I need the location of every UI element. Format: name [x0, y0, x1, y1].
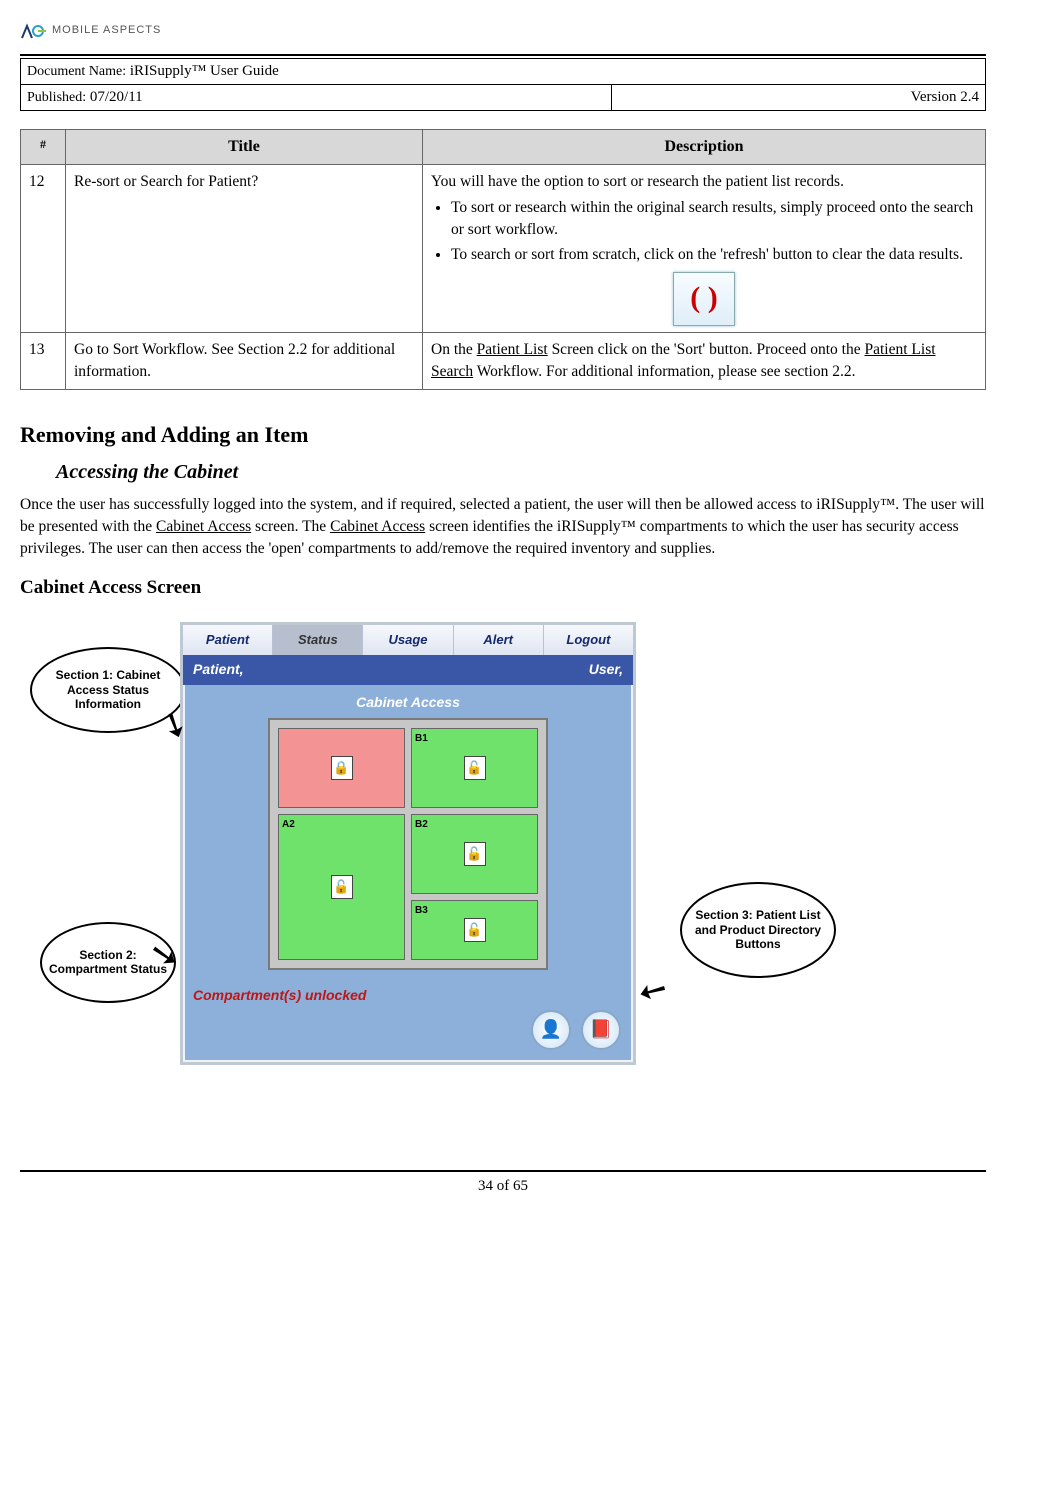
lock-icon: 🔒 [331, 756, 353, 780]
compartment-b2[interactable]: B2 🔓 [411, 814, 538, 894]
steps-table: # Title Description 12 Re-sort or Search… [20, 129, 986, 390]
tab-bar: Patient Status Usage Alert Logout [183, 625, 633, 655]
published-label: Published: [27, 90, 86, 105]
desc-intro: You will have the option to sort or rese… [431, 173, 844, 190]
patient-user-bar: Patient, User, [183, 655, 633, 685]
table-row: 13 Go to Sort Workflow. See Section 2.2 … [21, 333, 986, 389]
tab-logout[interactable]: Logout [544, 625, 633, 655]
tab-alert[interactable]: Alert [454, 625, 544, 655]
doc-name-value: iRISupply™ User Guide [130, 63, 279, 79]
app-window: Patient Status Usage Alert Logout Patien… [180, 622, 636, 1065]
row-num: 12 [21, 165, 66, 333]
body-paragraph: Once the user has successfully logged in… [20, 494, 986, 559]
status-text: Compartment(s) unlocked [183, 980, 633, 1010]
patient-list-link: Patient List [477, 341, 548, 358]
cabinet-access-figure: Section 1: Cabinet Access Status Informa… [20, 622, 986, 1142]
col-header-desc: Description [423, 130, 986, 165]
refresh-icon[interactable]: ( ) [673, 272, 735, 326]
user-label: User, [589, 660, 623, 680]
tab-patient[interactable]: Patient [183, 625, 273, 655]
doc-meta-table: Document Name: iRISupply™ User Guide Pub… [20, 58, 986, 111]
page-number: 34 of 65 [20, 1176, 986, 1197]
bottom-icon-row: 👤 📕 [183, 1010, 633, 1062]
published-date: 07/20/11 [90, 89, 143, 105]
logo-text: MOBILE ASPECTS [52, 23, 161, 38]
unlock-icon: 🔓 [464, 756, 486, 780]
row-num: 13 [21, 333, 66, 389]
cabinet-grid: 🔒 B1 🔓 A2 🔓 B2 🔓 B3 🔓 [268, 718, 548, 970]
product-directory-button[interactable]: 📕 [581, 1010, 621, 1050]
row-desc: You will have the option to sort or rese… [423, 165, 986, 333]
unlock-icon: 🔓 [331, 875, 353, 899]
callout-section-3: Section 3: Patient List and Product Dire… [680, 882, 836, 978]
screen-heading: Cabinet Access Screen [20, 575, 986, 602]
table-row: 12 Re-sort or Search for Patient? You wi… [21, 165, 986, 333]
tab-usage[interactable]: Usage [363, 625, 453, 655]
subsection-heading: Accessing the Cabinet [56, 458, 986, 486]
unlock-icon: 🔓 [464, 918, 486, 942]
logo-row: MOBILE ASPECTS [20, 20, 986, 42]
compartment-a1[interactable]: 🔒 [278, 728, 405, 808]
row-title: Go to Sort Workflow. See Section 2.2 for… [66, 333, 423, 389]
compartment-b1[interactable]: B1 🔓 [411, 728, 538, 808]
unlock-icon: 🔓 [464, 842, 486, 866]
patient-list-button[interactable]: 👤 [531, 1010, 571, 1050]
col-header-num: # [21, 130, 66, 165]
top-rule [20, 54, 986, 56]
doc-name-label: Document Name: [27, 64, 126, 79]
logo-icon [20, 20, 46, 42]
row-title: Re-sort or Search for Patient? [66, 165, 423, 333]
desc-bullet: To sort or research within the original … [451, 197, 977, 240]
cabinet-access-link: Cabinet Access [330, 518, 425, 535]
cabinet-access-title: Cabinet Access [183, 685, 633, 719]
cabinet-access-link: Cabinet Access [156, 518, 251, 535]
desc-bullet: To search or sort from scratch, click on… [451, 244, 977, 266]
footer-rule [20, 1170, 986, 1172]
compartment-b3[interactable]: B3 🔓 [411, 900, 538, 960]
patient-label: Patient, [193, 660, 244, 680]
row-desc: On the Patient List Screen click on the … [423, 333, 986, 389]
col-header-title: Title [66, 130, 423, 165]
compartment-a2[interactable]: A2 🔓 [278, 814, 405, 960]
tab-status[interactable]: Status [273, 625, 363, 655]
section-heading: Removing and Adding an Item [20, 420, 986, 451]
version-text: Version 2.4 [612, 85, 986, 111]
